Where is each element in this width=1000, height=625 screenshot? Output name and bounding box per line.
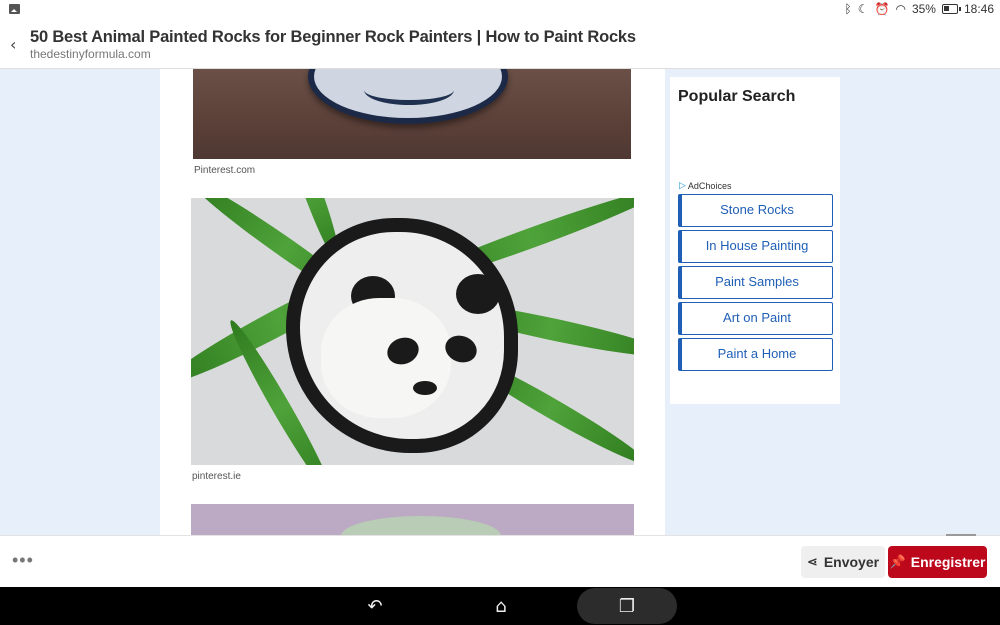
- save-button[interactable]: 📌 Enregistrer: [888, 546, 987, 578]
- nav-back-icon[interactable]: ↶: [360, 593, 390, 619]
- panda-nose: [413, 381, 437, 395]
- share-icon: ⋖: [806, 554, 818, 570]
- page-domain[interactable]: thedestinyformula.com: [30, 47, 151, 61]
- page-title[interactable]: 50 Best Animal Painted Rocks for Beginne…: [30, 28, 636, 47]
- image-caption: pinterest.ie: [192, 471, 241, 482]
- bluetooth-icon: ᛒ: [844, 2, 852, 16]
- save-label: Enregistrer: [910, 554, 986, 570]
- nav-recents-icon[interactable]: ❐: [612, 593, 642, 619]
- popular-search-heading: Popular Search: [678, 88, 796, 105]
- search-link-paint-a-home[interactable]: Paint a Home: [678, 338, 833, 371]
- moon-icon: ☾: [857, 2, 869, 16]
- battery-percent: 35%: [911, 2, 936, 16]
- search-link-stone-rocks[interactable]: Stone Rocks: [678, 194, 833, 227]
- painted-rock: [308, 69, 508, 124]
- adchoices-link[interactable]: ▷ AdChoices: [679, 180, 731, 191]
- article-column: Pinterest.com pinterest.ie: [160, 69, 665, 535]
- search-link-in-house-painting[interactable]: In House Painting: [678, 230, 833, 263]
- panda-face: [321, 298, 451, 418]
- alarm-icon: ⏰: [874, 2, 890, 16]
- image-caption: Pinterest.com: [194, 165, 256, 176]
- article-image-bottom[interactable]: [191, 504, 634, 535]
- send-button[interactable]: ⋖ Envoyer: [801, 546, 885, 578]
- more-options-button[interactable]: •••: [12, 551, 34, 569]
- image-icon: [9, 4, 20, 14]
- panda-rock-image[interactable]: [191, 198, 634, 465]
- wifi-icon: ◠: [895, 2, 906, 16]
- popular-search-panel: Popular Search ▷ AdChoices Stone Rocks I…: [670, 77, 840, 404]
- send-label: Envoyer: [823, 554, 880, 570]
- search-link-art-on-paint[interactable]: Art on Paint: [678, 302, 833, 335]
- battery-icon: [941, 4, 961, 14]
- pin-icon: 📌: [889, 554, 906, 570]
- article-image-top[interactable]: [193, 69, 631, 159]
- search-link-paint-samples[interactable]: Paint Samples: [678, 266, 833, 299]
- adchoices-icon: ▷: [679, 180, 686, 190]
- search-list: Stone Rocks In House Painting Paint Samp…: [678, 194, 833, 374]
- scroll-tab[interactable]: [946, 534, 976, 536]
- adchoices-label: AdChoices: [687, 180, 732, 191]
- status-bar: ᛒ ☾ ⏰ ◠ 35% 18:46: [0, 0, 1000, 19]
- panda-ear: [456, 274, 500, 314]
- clock: 18:46: [963, 2, 994, 16]
- status-icons: ᛒ ☾ ⏰ ◠ 35% 18:46: [845, 2, 994, 16]
- pin-header: ‹ 50 Best Animal Painted Rocks for Begin…: [0, 19, 1000, 69]
- back-chevron-icon[interactable]: ‹: [10, 35, 16, 54]
- painted-rock: [341, 516, 501, 535]
- web-content[interactable]: Pinterest.com pinterest.ie Popular Searc…: [0, 69, 1000, 535]
- nav-home-icon[interactable]: ⌂: [486, 593, 516, 619]
- pin-action-bar: ••• ⋖ Envoyer 📌 Enregistrer: [0, 534, 1000, 587]
- system-nav-bar: ↶ ⌂ ❐: [0, 587, 1000, 625]
